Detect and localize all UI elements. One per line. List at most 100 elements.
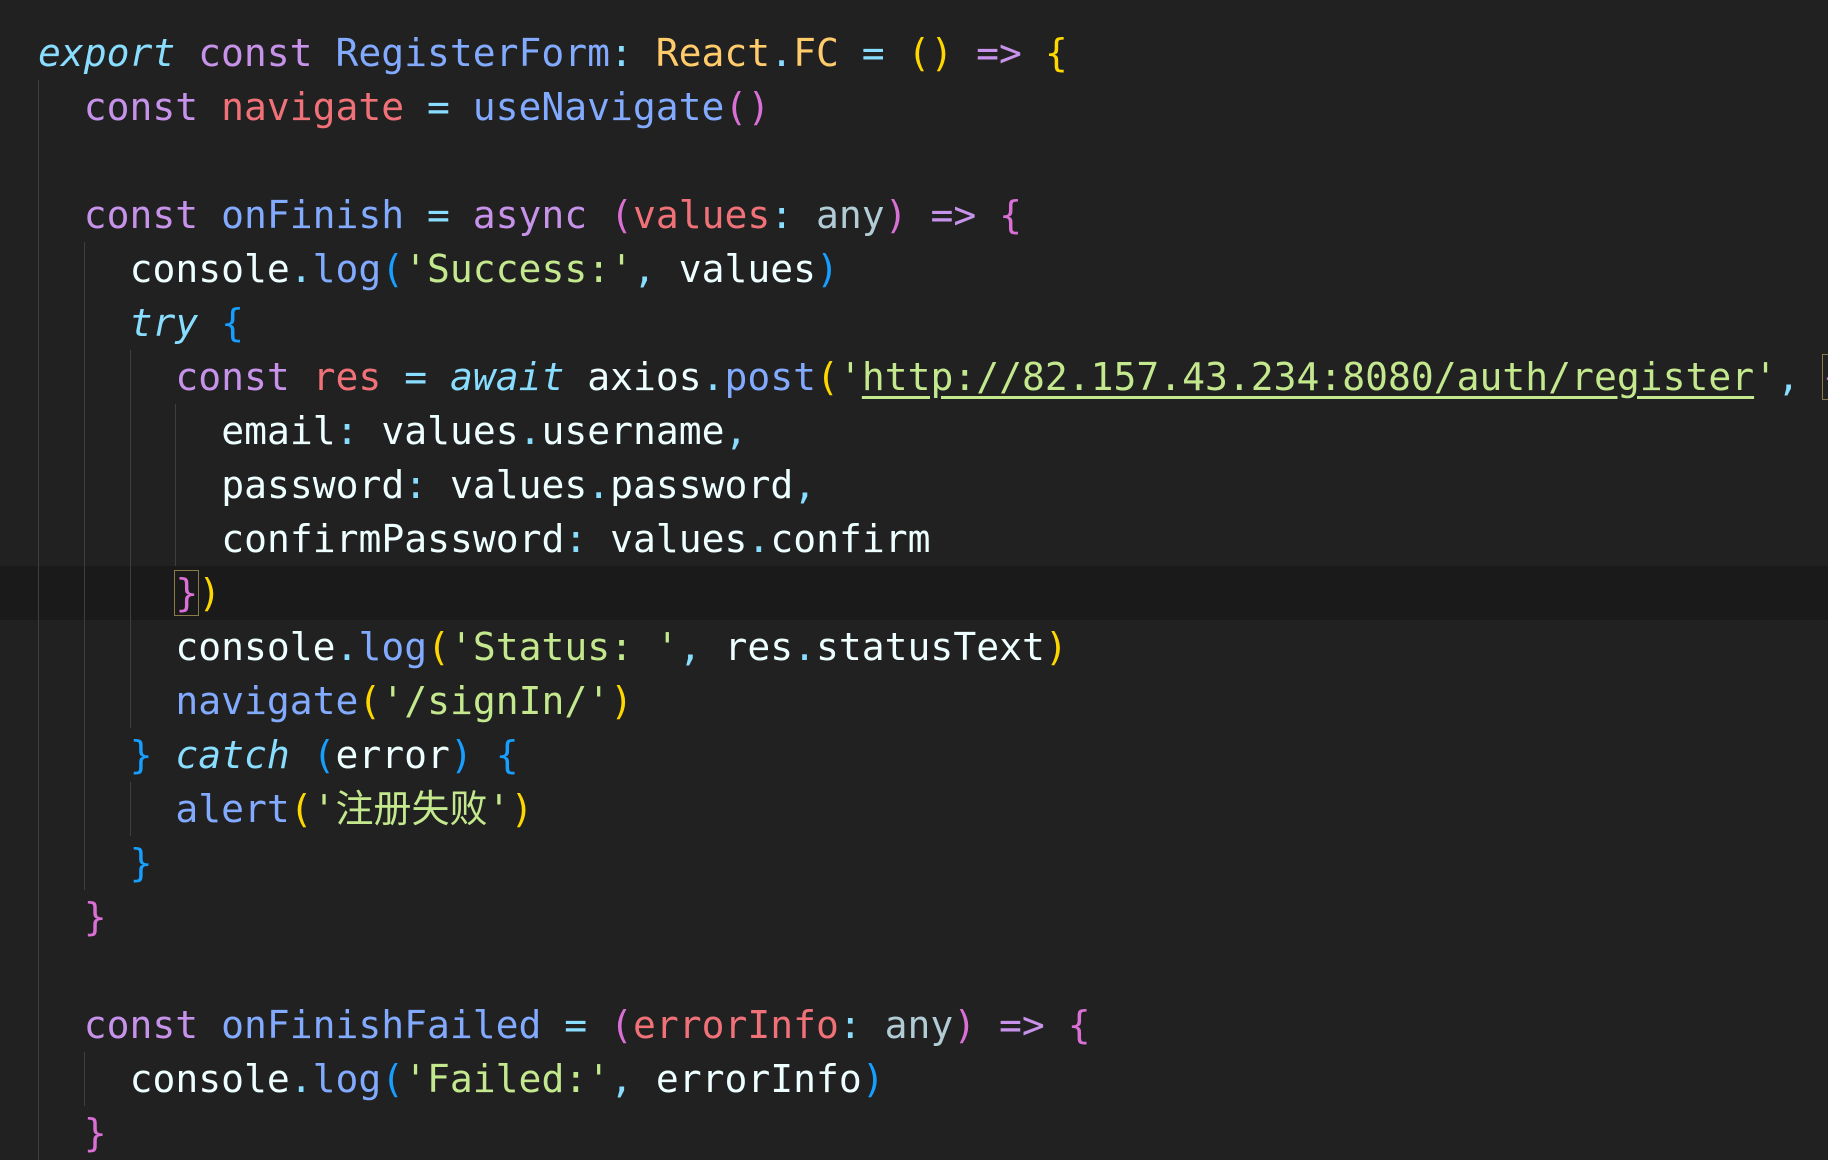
code-token: . bbox=[518, 409, 542, 453]
code-token: ' bbox=[1754, 355, 1777, 399]
code-token: : bbox=[335, 409, 359, 453]
code-line[interactable]: const onFinish = async (values: any) => … bbox=[0, 188, 1828, 242]
code-line[interactable]: password: values.password, bbox=[0, 458, 1828, 512]
indent-guide bbox=[38, 944, 39, 998]
indent-guide bbox=[38, 80, 39, 134]
code-line[interactable]: }) bbox=[0, 566, 1828, 620]
code-token: password bbox=[221, 463, 405, 507]
code-token: values bbox=[610, 517, 748, 561]
code-line[interactable]: export const RegisterForm: React.FC = ()… bbox=[0, 26, 1828, 80]
indent-guide bbox=[38, 782, 39, 836]
code-line[interactable] bbox=[0, 134, 1828, 188]
code-token: confirmPassword bbox=[221, 517, 565, 561]
code-token: ' bbox=[838, 355, 862, 399]
indent-guide bbox=[38, 836, 39, 890]
code-token: = bbox=[404, 355, 428, 399]
code-text: try { bbox=[130, 301, 244, 345]
indent-guide bbox=[38, 134, 39, 188]
code-text: console.log('Success:', values) bbox=[130, 247, 839, 291]
indent-guide bbox=[38, 998, 39, 1052]
code-token: useNavigate bbox=[472, 85, 725, 129]
code-token: () bbox=[724, 85, 771, 129]
indent-guide bbox=[83, 674, 85, 728]
code-token: => bbox=[976, 31, 1022, 75]
code-token: : bbox=[610, 31, 633, 75]
code-token: ) bbox=[884, 193, 908, 237]
code-token: log bbox=[312, 1057, 382, 1101]
code-token: FC bbox=[793, 31, 839, 75]
indent-guide bbox=[129, 674, 131, 728]
code-token: values bbox=[450, 463, 588, 507]
code-token: ) bbox=[198, 571, 222, 615]
code-token: ) bbox=[449, 733, 473, 777]
indent-guide bbox=[38, 1106, 39, 1160]
code-token: values bbox=[678, 247, 816, 291]
code-line[interactable]: } bbox=[0, 890, 1828, 944]
code-text: const navigate = useNavigate() bbox=[84, 85, 770, 129]
code-line[interactable] bbox=[0, 944, 1828, 998]
code-token: res bbox=[312, 355, 382, 399]
code-token: { bbox=[495, 733, 519, 777]
indent-guide bbox=[38, 458, 39, 512]
code-line[interactable]: } catch (error) { bbox=[0, 728, 1828, 782]
code-line[interactable]: try { bbox=[0, 296, 1828, 350]
code-token: : bbox=[770, 193, 794, 237]
code-token: errorInfo bbox=[655, 1057, 862, 1101]
code-token: () bbox=[907, 31, 954, 75]
code-token: = bbox=[861, 31, 885, 75]
code-token: log bbox=[312, 247, 382, 291]
code-token: : bbox=[564, 517, 588, 561]
indent-guide bbox=[129, 566, 131, 620]
code-line[interactable]: email: values.username, bbox=[0, 404, 1828, 458]
indent-guide bbox=[83, 620, 85, 674]
code-line[interactable]: alert('注册失败') bbox=[0, 782, 1828, 836]
code-text: email: values.username, bbox=[221, 409, 747, 453]
code-token: alert bbox=[175, 787, 290, 831]
indent-guide bbox=[83, 512, 85, 566]
code-token: , bbox=[678, 625, 725, 669]
code-token: } bbox=[174, 570, 200, 616]
code-token: email bbox=[221, 409, 336, 453]
code-line[interactable]: } bbox=[0, 836, 1828, 890]
code-token: ) bbox=[861, 1057, 885, 1101]
code-line[interactable]: } bbox=[0, 1106, 1828, 1160]
code-token: , bbox=[632, 247, 679, 291]
code-line[interactable]: console.log('Status: ', res.statusText) bbox=[0, 620, 1828, 674]
code-token: ) bbox=[510, 787, 534, 831]
code-token: = bbox=[564, 1003, 588, 1047]
code-token: 'Success:' bbox=[404, 247, 633, 291]
indent-guide bbox=[83, 350, 85, 404]
code-line[interactable]: const onFinishFailed = (errorInfo: any) … bbox=[0, 998, 1828, 1052]
code-token: . bbox=[747, 517, 771, 561]
code-line[interactable]: const res = await axios.post('http://82.… bbox=[0, 350, 1828, 404]
code-editor[interactable]: export const RegisterForm: React.FC = ()… bbox=[0, 0, 1828, 1160]
code-token: : bbox=[404, 463, 428, 507]
code-token: ( bbox=[358, 679, 382, 723]
indent-guide bbox=[129, 404, 131, 458]
code-token: any bbox=[816, 193, 885, 237]
code-line[interactable]: confirmPassword: values.confirm bbox=[0, 512, 1828, 566]
code-token: } bbox=[129, 841, 153, 885]
code-text: navigate('/signIn/') bbox=[175, 679, 633, 723]
code-token: { bbox=[1067, 1003, 1091, 1047]
indent-guide bbox=[38, 890, 39, 944]
code-line[interactable]: const navigate = useNavigate() bbox=[0, 80, 1828, 134]
code-line[interactable]: console.log('Failed:', errorInfo) bbox=[0, 1052, 1828, 1106]
indent-guide bbox=[38, 188, 39, 242]
code-line[interactable]: console.log('Success:', values) bbox=[0, 242, 1828, 296]
code-line[interactable]: navigate('/signIn/') bbox=[0, 674, 1828, 728]
code-text: console.log('Status: ', res.statusText) bbox=[175, 625, 1067, 669]
code-token: => bbox=[999, 1003, 1045, 1047]
